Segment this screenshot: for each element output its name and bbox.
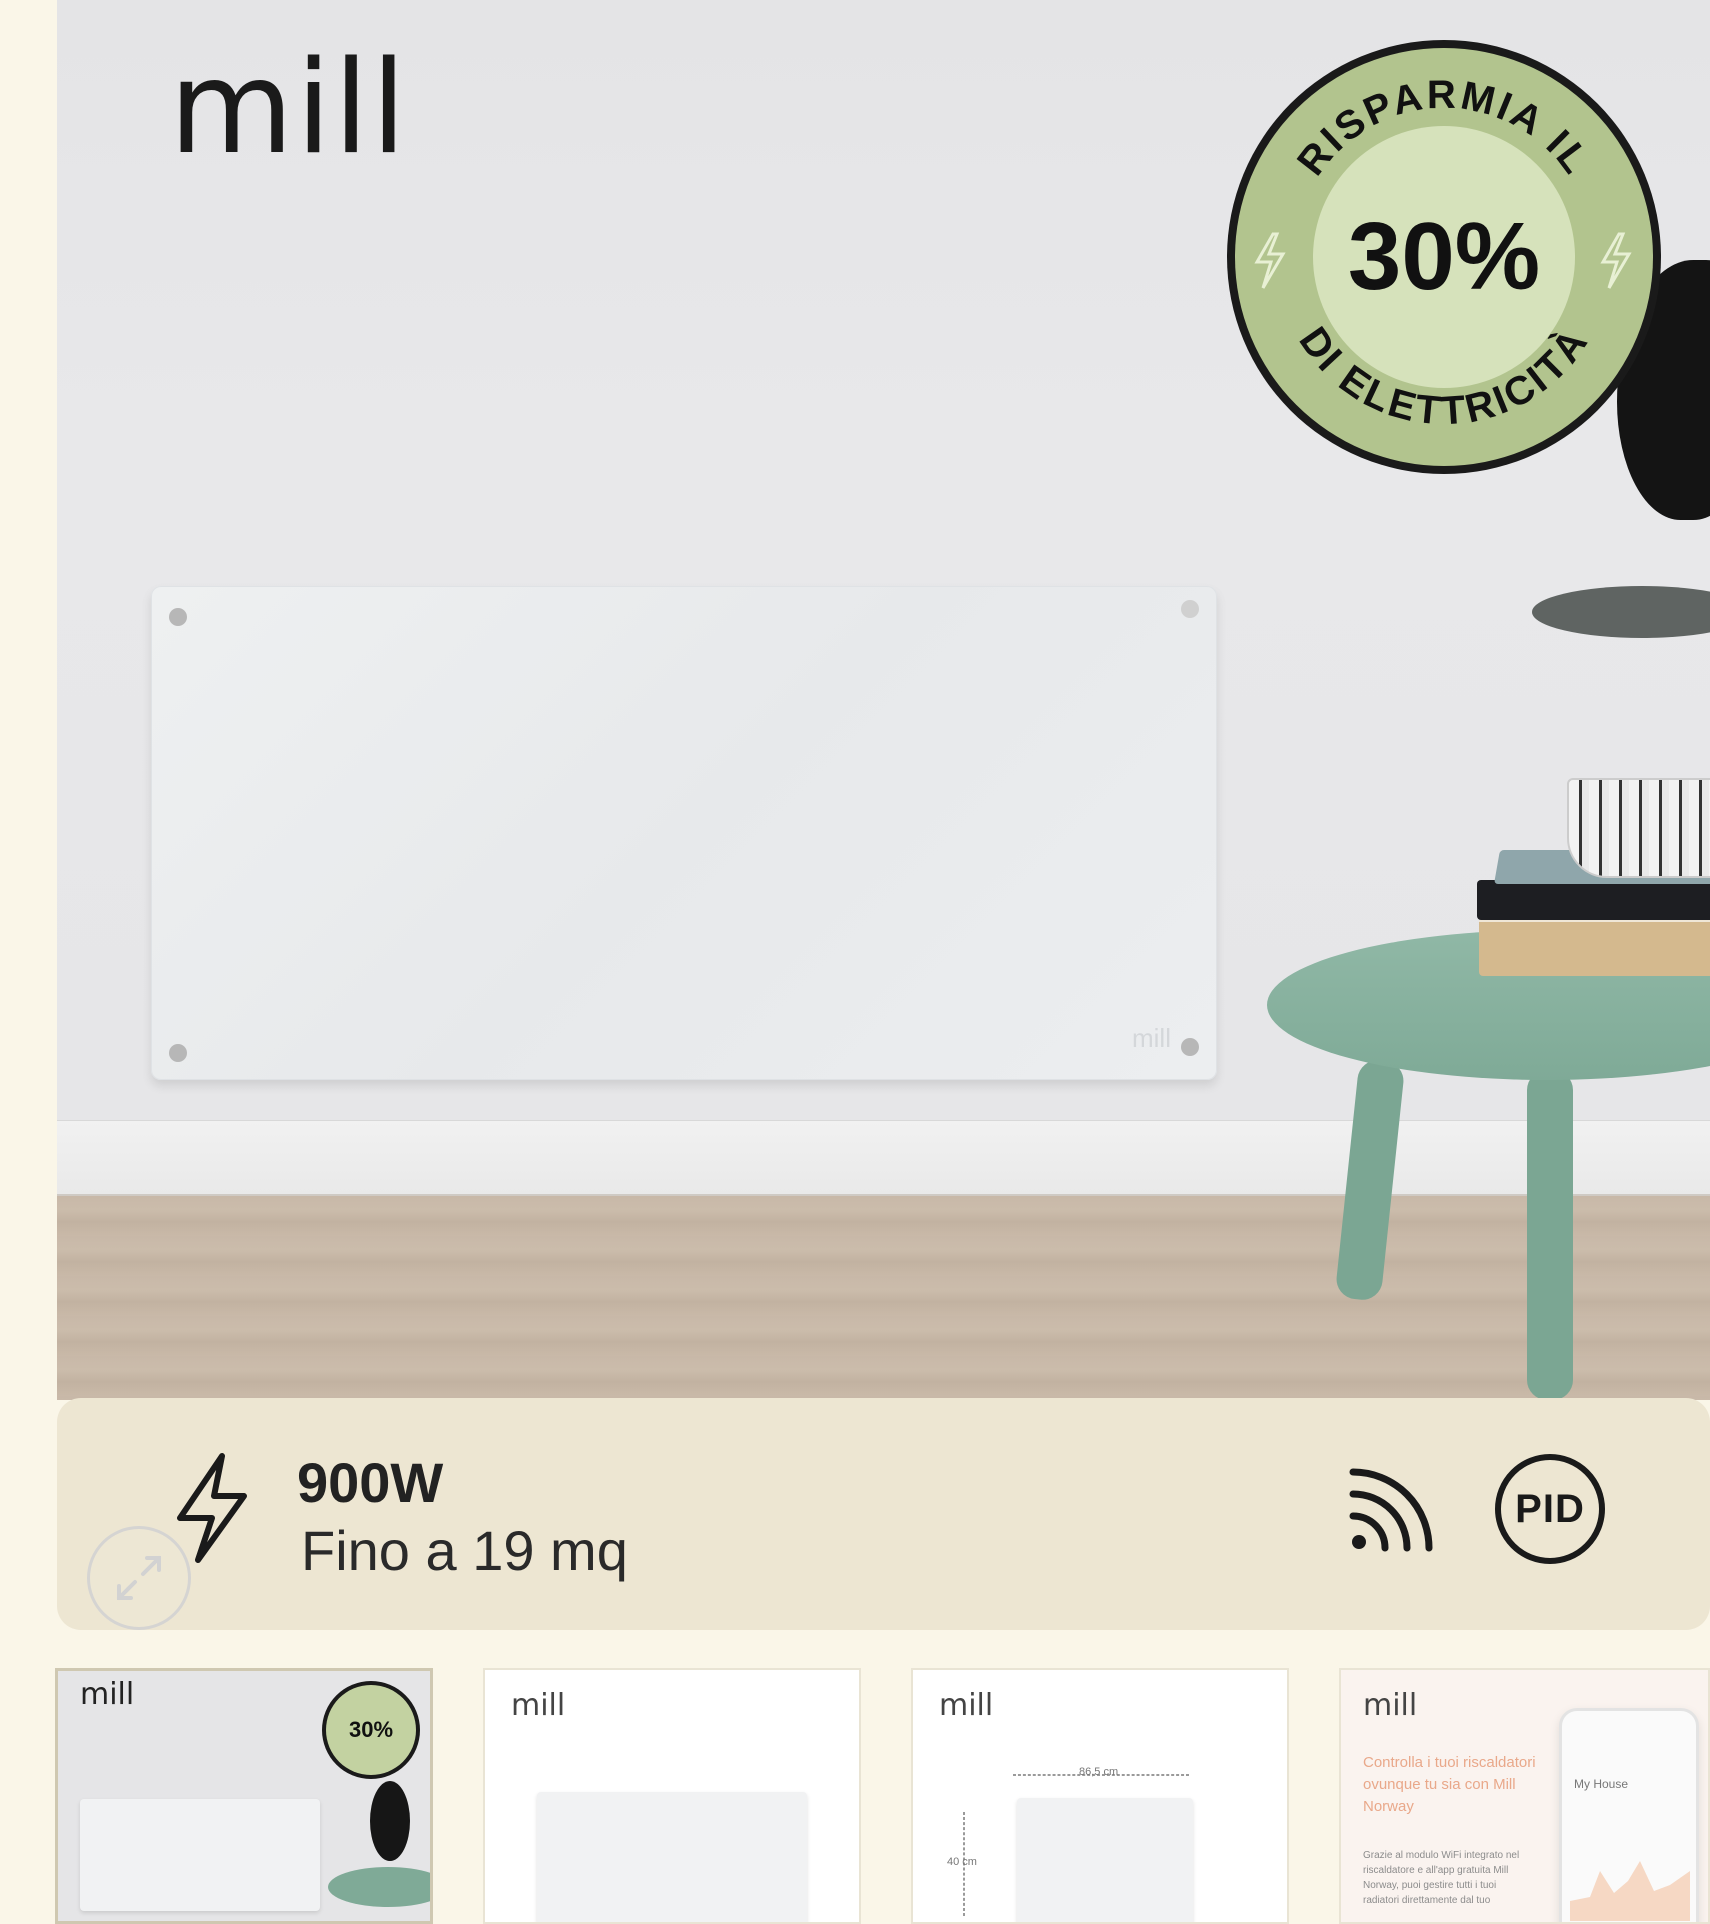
badge-center: 30% <box>1313 126 1575 388</box>
decor-book <box>1479 918 1710 976</box>
wifi-icon <box>1349 1468 1433 1552</box>
thumbnail-strip: mill 30% mill mill 86,5 cm 40 cm mill Co… <box>0 1668 1710 1924</box>
thumbnail-logo: mill <box>80 1677 135 1712</box>
spec-area: Fino a 19 mq <box>301 1519 628 1582</box>
savings-badge: RISPARMIA IL DI ELETTRICITÀ 30% <box>1227 40 1661 474</box>
wooden-floor <box>57 1196 1710 1400</box>
expand-icon <box>117 1556 161 1600</box>
thumbnail-phone: My House <box>1559 1708 1699 1922</box>
thumbnail-headline: Controlla i tuoi riscaldatori ovunque tu… <box>1363 1754 1536 1815</box>
baseboard <box>57 1120 1710 1196</box>
pid-icon: PID <box>1495 1454 1605 1564</box>
screw <box>1181 600 1199 618</box>
radiator-panel: mill <box>151 586 1217 1080</box>
phone-chart <box>1570 1861 1690 1921</box>
thumbnail-4[interactable]: mill Controlla i tuoi riscaldatori ovunq… <box>1339 1668 1710 1924</box>
thumbnail-badge: 30% <box>322 1681 420 1779</box>
spec-power: 900W <box>297 1451 444 1514</box>
thumbnail-radiator <box>537 1792 807 1922</box>
lightning-bolt-icon <box>177 1453 247 1563</box>
thumbnail-2[interactable]: mill <box>483 1668 861 1924</box>
radiator-logo-mark: mill <box>1132 1023 1171 1053</box>
thumbnail-3[interactable]: mill 86,5 cm 40 cm <box>911 1668 1289 1924</box>
height-label: 40 cm <box>947 1856 977 1868</box>
table-leg <box>1527 1070 1573 1400</box>
thumbnail-body-text: Grazie al modulo WiFi integrato nel risc… <box>1363 1850 1520 1906</box>
brand-logo: mill <box>169 34 409 183</box>
phone-title: My House <box>1574 1777 1629 1791</box>
badge-percent: 30% <box>1347 203 1541 310</box>
width-label: 86,5 cm <box>1079 1766 1119 1778</box>
screw <box>169 608 187 626</box>
thumbnail-1[interactable]: mill 30% <box>55 1668 433 1924</box>
decor-book <box>1477 880 1710 920</box>
screw <box>169 1044 187 1062</box>
screw <box>1181 1038 1199 1056</box>
expand-image-button[interactable] <box>87 1526 191 1630</box>
spec-bar: 900W Fino a 19 mq PID <box>57 1398 1710 1630</box>
thumbnail-radiator <box>1017 1798 1193 1922</box>
product-image-main[interactable]: mill mill RISPARMIA IL DI ELETTRICITÀ 30… <box>57 0 1710 1400</box>
decor-bowl <box>1567 778 1710 878</box>
thumbnail-radiator <box>80 1799 320 1911</box>
thumbnail-logo: mill <box>1363 1688 1418 1723</box>
thumbnail-decor <box>328 1867 430 1907</box>
thumbnail-logo: mill <box>939 1688 994 1723</box>
thumbnail-decor <box>370 1781 410 1861</box>
thumbnail-logo: mill <box>511 1688 566 1723</box>
